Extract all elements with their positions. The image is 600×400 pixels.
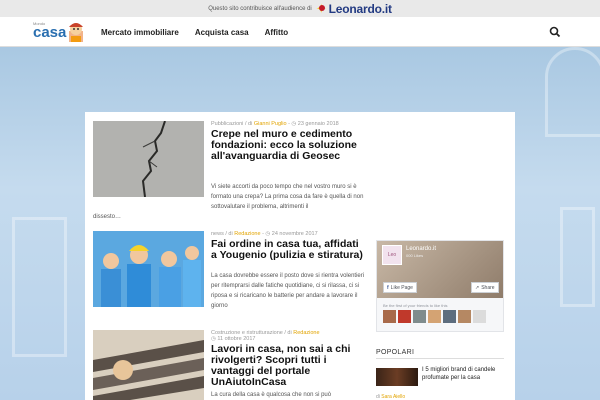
partner-name[interactable]: Leonardo.it bbox=[329, 2, 392, 16]
post-thumbnail[interactable] bbox=[93, 231, 204, 307]
nav-mercato-immobiliare[interactable]: Mercato immobiliare bbox=[101, 28, 179, 37]
post-thumbnail[interactable] bbox=[93, 121, 204, 197]
post-category[interactable]: Pubblicazioni bbox=[211, 121, 243, 127]
leonardo-logo-icon[interactable]: ✦ bbox=[316, 2, 327, 15]
facebook-like-button[interactable]: f Like Page bbox=[383, 282, 417, 293]
meta-separator: / di bbox=[243, 121, 254, 127]
facebook-page-picture[interactable]: Leo bbox=[382, 245, 402, 265]
popular-author[interactable]: Sara Aiello bbox=[381, 394, 405, 400]
post-thumbnail[interactable] bbox=[93, 330, 204, 400]
nav-acquista-casa[interactable]: Acquista casa bbox=[195, 28, 249, 37]
post-title[interactable]: Lavori in casa, non sai a chi rivolgerti… bbox=[211, 344, 366, 388]
post-meta: Costruzione e ristrutturazione / di Reda… bbox=[211, 330, 320, 342]
facebook-friends-text: Be the first of your friends to like thi… bbox=[383, 303, 448, 308]
facebook-page-name[interactable]: Leonardo.it bbox=[406, 246, 436, 252]
facebook-friend-faces bbox=[383, 310, 488, 323]
post-category[interactable]: news bbox=[211, 231, 224, 237]
post-excerpt: La casa dovrebbe essere il posto dove si… bbox=[211, 273, 365, 309]
post-excerpt-text: Vi siete accorti da poco tempo che nel v… bbox=[211, 184, 364, 210]
logo-word: casa bbox=[33, 24, 67, 41]
main-nav: Mercato immobiliare Acquista casa Affitt… bbox=[101, 17, 304, 47]
post-title[interactable]: Crepe nel muro e cedimento fondazioni: e… bbox=[211, 129, 366, 162]
top-promo-bar: Questo sito contribuisce all'audience di… bbox=[0, 0, 600, 17]
nav-affitto[interactable]: Affitto bbox=[265, 28, 289, 37]
post-date: ◷ 11 ottobre 2017 bbox=[211, 336, 256, 342]
facebook-share-button[interactable]: ↗ Share bbox=[471, 282, 499, 293]
post-excerpt: La cura della casa è qualcosa che non si… bbox=[211, 392, 332, 398]
post-date: - ◷ 24 novembre 2017 bbox=[260, 231, 318, 237]
post-excerpt-more: dissesto… bbox=[93, 214, 122, 220]
avatar[interactable] bbox=[413, 310, 426, 323]
site-header: Mondo casa Mercato immobiliare Acquista … bbox=[0, 17, 600, 47]
post-author[interactable]: Gianni Puglio bbox=[254, 121, 287, 127]
popular-heading: POPOLARI bbox=[376, 349, 504, 359]
post-item: Costruzione e ristrutturazione / di Reda… bbox=[93, 330, 508, 400]
facebook-cover: Leo Leonardo.it 000 Likes f Like Page ↗ … bbox=[377, 241, 503, 298]
mascot-icon bbox=[69, 23, 83, 42]
post-meta: news / di Redazione - ◷ 24 novembre 2017 bbox=[211, 231, 318, 237]
meta-separator: / di bbox=[282, 330, 294, 336]
post-date: - ◷ 23 gennaio 2018 bbox=[286, 121, 339, 127]
avatar[interactable] bbox=[428, 310, 441, 323]
avatar[interactable] bbox=[473, 310, 486, 323]
popular-title[interactable]: I 5 migliori brand di candele profumate … bbox=[422, 367, 504, 382]
facebook-icon: f bbox=[387, 284, 389, 291]
post-excerpt: Vi siete accorti da poco tempo che nel v… bbox=[93, 182, 366, 220]
facebook-likes-count: 000 Likes bbox=[406, 253, 424, 258]
facebook-page-widget: Leo Leonardo.it 000 Likes f Like Page ↗ … bbox=[376, 240, 504, 332]
avatar[interactable] bbox=[458, 310, 471, 323]
post-author[interactable]: Redazione bbox=[234, 231, 260, 237]
post-title[interactable]: Fai ordine in casa tua, affidati a Youge… bbox=[211, 239, 366, 261]
avatar[interactable] bbox=[398, 310, 411, 323]
post-meta: Pubblicazioni / di Gianni Puglio - ◷ 23 … bbox=[211, 121, 339, 127]
avatar[interactable] bbox=[443, 310, 456, 323]
popular-thumbnail[interactable] bbox=[376, 368, 418, 386]
share-label: Share bbox=[481, 284, 495, 291]
meta-separator: / di bbox=[223, 231, 235, 237]
popular-meta: di Sara Aiello bbox=[376, 394, 405, 400]
site-logo[interactable]: Mondo casa bbox=[33, 20, 93, 44]
post-item: Pubblicazioni / di Gianni Puglio - ◷ 23 … bbox=[93, 121, 508, 221]
post-author[interactable]: Redazione bbox=[293, 330, 319, 336]
like-page-label: Like Page bbox=[390, 284, 413, 291]
avatar[interactable] bbox=[383, 310, 396, 323]
share-icon: ↗ bbox=[475, 284, 480, 291]
search-icon[interactable] bbox=[548, 25, 562, 39]
promo-text: Questo sito contribuisce all'audience di bbox=[208, 5, 312, 12]
